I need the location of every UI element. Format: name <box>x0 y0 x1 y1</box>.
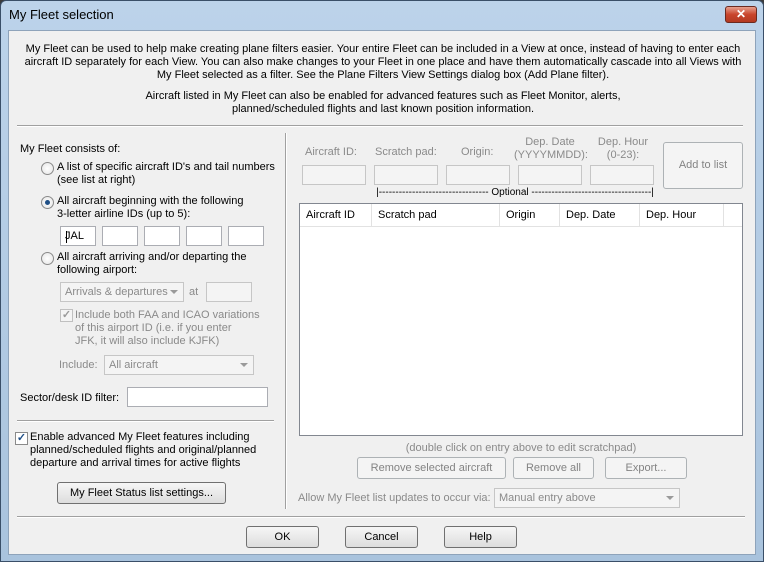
intro-line: planned/scheduled flights and last known… <box>231 103 535 115</box>
label-line: 3-letter airline IDs (up to 5): <box>57 208 191 220</box>
origin-input[interactable] <box>446 165 510 185</box>
label-line: planned/scheduled flights and original/p… <box>30 444 257 456</box>
airline-id-1[interactable]: JAL <box>60 226 96 246</box>
aircraft-list-table[interactable]: Aircraft ID Scratch pad Origin Dep. Date… <box>299 203 743 436</box>
dialog-window: My Fleet selection ✕ My Fleet can be use… <box>0 0 764 562</box>
ok-button[interactable]: OK <box>246 526 319 548</box>
panel-divider <box>285 133 287 509</box>
help-button[interactable]: Help <box>444 526 517 548</box>
radio-airport[interactable] <box>41 252 54 265</box>
label-line: (YYYYMMDD): <box>514 149 588 161</box>
at-label: at <box>189 286 199 298</box>
radio-airline-ids[interactable] <box>41 196 54 209</box>
sector-filter-label: Sector/desk ID filter: <box>20 392 120 404</box>
column-aircraft-id[interactable]: Aircraft ID <box>300 204 372 226</box>
cancel-button[interactable]: Cancel <box>345 526 418 548</box>
separator <box>17 516 745 518</box>
sector-filter-input[interactable] <box>127 387 268 407</box>
add-to-list-button[interactable]: Add to list <box>663 142 743 189</box>
airline-id-5[interactable] <box>228 226 264 246</box>
intro-line: aircraft ID separately for each View. Yo… <box>24 56 742 68</box>
window-title: My Fleet selection <box>9 7 114 22</box>
column-dep-date[interactable]: Dep. Date <box>560 204 640 226</box>
label-line: departure and arrival times for active f… <box>30 457 241 469</box>
separator <box>17 420 274 422</box>
radio-specific-list-label[interactable]: A list of specific aircraft ID's and tai… <box>57 161 275 187</box>
close-button[interactable]: ✕ <box>725 6 757 23</box>
chevron-down-icon <box>666 496 674 500</box>
intro-line: My Fleet selected as a filter. See the P… <box>156 69 610 81</box>
radio-airline-ids-label[interactable]: All aircraft beginning with the followin… <box>57 195 244 221</box>
radio-airport-label[interactable]: All aircraft arriving and/or departing t… <box>57 251 247 277</box>
export-button[interactable]: Export... <box>605 457 687 479</box>
radio-specific-list[interactable] <box>41 162 54 175</box>
close-icon: ✕ <box>735 7 747 21</box>
label-line: All aircraft beginning with the followin… <box>57 195 244 207</box>
optional-bracket: |--------------------------------- Optio… <box>376 187 654 198</box>
aircraft-id-input[interactable] <box>302 165 366 185</box>
intro-paragraph-2: Aircraft listed in My Fleet can also be … <box>9 90 757 116</box>
label-line: All aircraft arriving and/or departing t… <box>57 251 247 263</box>
label-line: following airport: <box>57 264 138 276</box>
label-line: (see list at right) <box>57 174 136 186</box>
fleet-heading: My Fleet consists of: <box>20 143 121 155</box>
label-line: A list of specific aircraft ID's and tai… <box>57 161 275 173</box>
enable-advanced-label[interactable]: Enable advanced My Fleet features includ… <box>30 431 256 470</box>
label-line: of this airport ID (i.e. if you enter <box>75 322 232 334</box>
airline-id-2[interactable] <box>102 226 138 246</box>
list-hint: (double click on entry above to edit scr… <box>405 442 637 454</box>
column-dep-hour[interactable]: Dep. Hour <box>640 204 724 226</box>
fleet-status-settings-button[interactable]: My Fleet Status list settings... <box>57 482 226 504</box>
column-scratch-pad[interactable]: Scratch pad <box>372 204 500 226</box>
intro-line: My Fleet can be used to help make creati… <box>25 43 741 55</box>
remove-selected-button[interactable]: Remove selected aircraft <box>357 457 506 479</box>
scratch-pad-label: Scratch pad: <box>375 146 437 158</box>
airline-id-3[interactable] <box>144 226 180 246</box>
airline-id-value: JAL <box>65 230 84 242</box>
arrivals-departures-select[interactable]: Arrivals & departures <box>60 282 184 302</box>
airline-id-4[interactable] <box>186 226 222 246</box>
label-line: (0-23): <box>606 149 640 161</box>
remove-all-button[interactable]: Remove all <box>513 457 594 479</box>
include-faa-icao-checkbox[interactable]: ✓ <box>60 309 73 322</box>
text-caret <box>66 231 67 243</box>
intro-line: Aircraft listed in My Fleet can also be … <box>145 90 621 102</box>
radio-selected-dot <box>45 200 50 205</box>
updates-label: Allow My Fleet list updates to occur via… <box>298 492 491 504</box>
dep-hour-label: Dep. Hour (0-23): <box>591 136 655 162</box>
intro-paragraph-1: My Fleet can be used to help make creati… <box>9 43 757 82</box>
dep-date-label: Dep. Date (YYYYMMDD): <box>514 136 588 162</box>
enable-advanced-checkbox[interactable]: ✓ <box>15 432 28 445</box>
aircraft-id-label: Aircraft ID: <box>305 146 357 158</box>
label-line: Dep. Date <box>525 136 575 148</box>
chevron-down-icon <box>240 363 248 367</box>
dep-hour-input[interactable] <box>590 165 654 185</box>
airport-id-input[interactable] <box>206 282 252 302</box>
separator <box>17 125 743 127</box>
include-label: Include: <box>59 359 98 371</box>
select-value: Manual entry above <box>499 492 596 504</box>
chevron-down-icon <box>170 290 178 294</box>
dialog-client: My Fleet can be used to help make creati… <box>8 30 756 555</box>
updates-select[interactable]: Manual entry above <box>494 488 680 508</box>
label-line: Dep. Hour <box>597 136 649 148</box>
include-select[interactable]: All aircraft <box>104 355 254 375</box>
table-header: Aircraft ID Scratch pad Origin Dep. Date… <box>300 204 742 227</box>
label-line: Include both FAA and ICAO variations <box>75 309 260 321</box>
origin-label: Origin: <box>461 146 494 158</box>
label-line: JFK, it will also include KJFK) <box>75 335 220 347</box>
title-bar[interactable]: My Fleet selection ✕ <box>1 1 763 29</box>
dep-date-input[interactable] <box>518 165 582 185</box>
column-origin[interactable]: Origin <box>500 204 560 226</box>
label-line: Enable advanced My Fleet features includ… <box>30 431 250 443</box>
select-value: All aircraft <box>109 359 158 371</box>
select-value: Arrivals & departures <box>65 286 168 298</box>
include-faa-icao-label: Include both FAA and ICAO variations of … <box>75 309 260 348</box>
scratch-pad-input[interactable] <box>374 165 438 185</box>
